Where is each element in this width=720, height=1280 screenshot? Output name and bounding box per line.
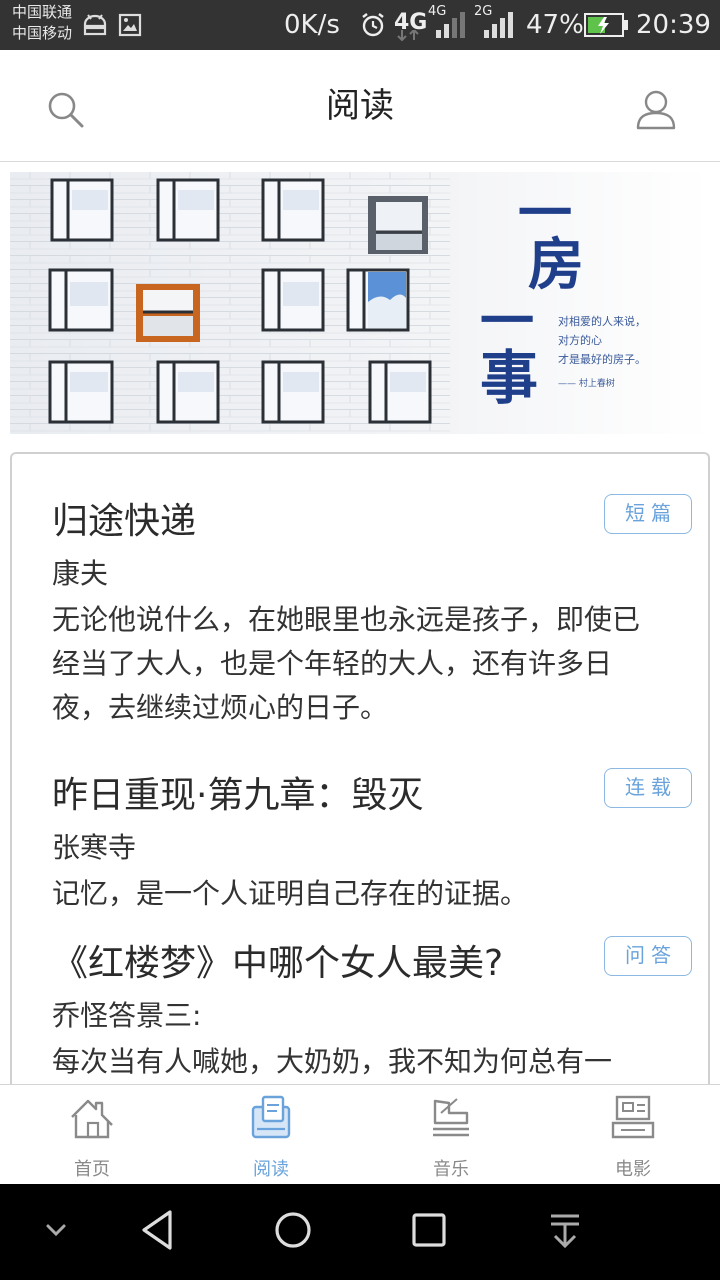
feature-banner[interactable]: 一 房 一 事 对相爱的人来说， 对方的心 才是最好的房子。 —— 村上春树	[10, 172, 710, 434]
carrier-1: 中国联通	[12, 3, 73, 21]
article-tag: 短篇	[604, 494, 692, 534]
user-profile-icon[interactable]	[632, 86, 680, 134]
nav-item-home[interactable]: 首页	[32, 1085, 152, 1185]
status-bar: 中国联通 中国移动 0K/s 4G 4G 2G 47% 20:39	[0, 0, 720, 50]
article-item[interactable]: 归途快递 短篇 康夫 无论他说什么，在她眼里也永远是孩子，即使已经当了大人，也是…	[52, 494, 692, 730]
system-navigation-bar	[0, 1184, 720, 1280]
nav-label-music: 音乐	[433, 1159, 469, 1180]
article-title[interactable]: 归途快递	[52, 498, 692, 546]
article-title[interactable]: 《红楼梦》中哪个女人最美?	[52, 940, 692, 988]
article-tag: 连载	[604, 768, 692, 808]
article-author: 康夫	[52, 557, 109, 590]
nav-item-movie[interactable]: 电影	[573, 1085, 693, 1185]
recent-apps-icon[interactable]	[407, 1208, 451, 1252]
bottom-navigation: 首页 阅读 音乐 电影	[0, 1084, 720, 1184]
article-summary: 每次当有人喊她，大奶奶，我不知为何总有一	[52, 1045, 613, 1078]
nav-label-reading: 阅读	[253, 1159, 289, 1180]
clock-time: 20:39	[636, 10, 711, 40]
banner-title-glyph-2: 房	[528, 232, 584, 298]
banner-quote-line-1: 对相爱的人来说，	[558, 314, 646, 328]
app-header: 阅读	[0, 50, 720, 162]
banner-illustration: 一 房 一 事 对相爱的人来说， 对方的心 才是最好的房子。 —— 村上春树	[10, 172, 710, 434]
signal-4g-icon	[436, 12, 465, 38]
screenshot-image-icon	[118, 13, 142, 37]
article-list-card: 归途快递 短篇 康夫 无论他说什么，在她眼里也永远是孩子，即使已经当了大人，也是…	[10, 452, 710, 1112]
net-speed: 0K/s	[284, 10, 340, 40]
android-debug-icon	[83, 14, 107, 36]
reading-icon	[251, 1095, 291, 1139]
movie-icon	[611, 1095, 655, 1139]
music-icon	[433, 1098, 469, 1137]
banner-title-glyph-4: 事	[480, 344, 538, 412]
article-item[interactable]: 昨日重现·第九章：毁灭 连载 张寒寺 记忆，是一个人证明自己存在的证据。	[52, 768, 692, 916]
nav-item-reading[interactable]: 阅读	[211, 1085, 331, 1185]
notification-pulldown-icon[interactable]	[543, 1208, 587, 1252]
banner-quote-author: —— 村上春树	[558, 377, 615, 389]
home-icon	[71, 1099, 113, 1139]
article-summary: 记忆，是一个人证明自己存在的证据。	[52, 877, 529, 910]
nav-label-home: 首页	[74, 1159, 110, 1180]
collapse-chevron-icon[interactable]	[40, 1218, 72, 1242]
nav-label-movie: 电影	[615, 1159, 651, 1180]
article-title[interactable]: 昨日重现·第九章：毁灭	[52, 772, 692, 820]
page-title: 阅读	[326, 86, 394, 126]
alarm-icon	[362, 13, 384, 37]
banner-quote-line-2: 对方的心	[558, 333, 602, 347]
data-arrows-icon	[397, 30, 419, 42]
carrier-2: 中国移动	[12, 24, 73, 42]
battery-percent: 47%	[526, 10, 584, 40]
battery-charging-icon	[584, 13, 628, 37]
back-icon[interactable]	[136, 1208, 180, 1252]
signal-2g-icon	[484, 12, 513, 38]
article-item[interactable]: 《红楼梦》中哪个女人最美? 问答 乔怪答景三: 每次当有人喊她，大奶奶，我不知为…	[52, 936, 692, 1084]
article-author: 乔怪答景三:	[52, 999, 202, 1032]
article-tag: 问答	[604, 936, 692, 976]
home-circle-icon[interactable]	[271, 1208, 315, 1252]
article-author: 张寒寺	[52, 831, 137, 864]
carrier-info: 中国联通 中国移动	[12, 2, 72, 44]
article-summary: 无论他说什么，在她眼里也永远是孩子，即使已经当了大人，也是个年轻的大人，还有许多…	[52, 603, 641, 724]
nav-item-music[interactable]: 音乐	[391, 1085, 511, 1185]
banner-quote-line-3: 才是最好的房子。	[558, 352, 646, 366]
